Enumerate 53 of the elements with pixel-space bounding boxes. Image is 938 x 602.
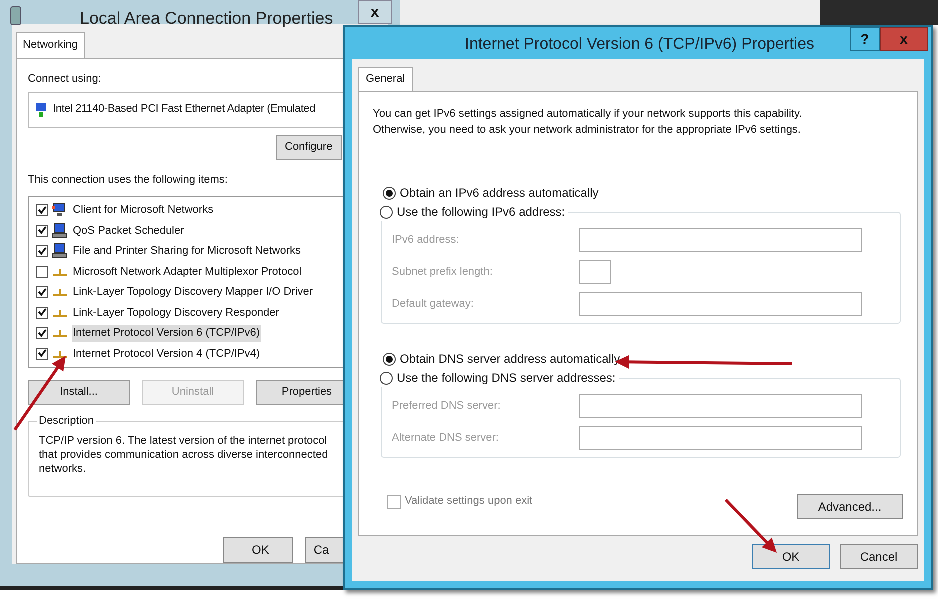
radio-button[interactable]: [380, 372, 393, 384]
dialog-button[interactable]: OK: [752, 544, 830, 569]
radio-button[interactable]: [380, 206, 393, 218]
list-item[interactable]: Link-Layer Topology Discovery Mapper I/O Driver: [72, 284, 314, 300]
checkbox[interactable]: [36, 286, 48, 298]
list-item[interactable]: File and Printer Sharing for Microsoft Networks: [72, 243, 302, 260]
adapter-name: Intel 21140-Based PCI Fast Ethernet Adapter (Emulated: [53, 102, 316, 118]
items-label: This connection uses the following items:: [28, 172, 229, 188]
list-item[interactable]: Internet Protocol Version 6 (TCP/IPv6): [72, 325, 262, 342]
close-button[interactable]: x: [880, 27, 928, 51]
help-button[interactable]: ?: [850, 27, 880, 51]
computer-icon: [52, 222, 68, 239]
list-item[interactable]: QoS Packet Scheduler: [72, 222, 186, 239]
list-item[interactable]: Microsoft Network Adapter Multiplexor Protocol: [72, 264, 303, 280]
checkbox[interactable]: [36, 266, 48, 278]
field-label: Preferred DNS server:: [392, 398, 502, 414]
checkbox[interactable]: [36, 224, 48, 237]
radio-label: Use the following DNS server addresses:: [397, 370, 616, 387]
radio-label: Use the following IPv6 address:: [397, 204, 566, 221]
radio-button[interactable]: [383, 352, 396, 366]
radio-label: Obtain an IPv6 address automatically: [400, 185, 599, 202]
field-label: Subnet prefix length:: [392, 264, 494, 280]
configure-button[interactable]: Configure: [276, 134, 342, 160]
tab[interactable]: General: [358, 67, 414, 91]
action-button[interactable]: Install...: [28, 380, 130, 405]
list-item[interactable]: Internet Protocol Version 4 (TCP/IPv4): [72, 346, 262, 362]
dialog-button[interactable]: Cancel: [840, 544, 918, 569]
checkbox[interactable]: [36, 327, 48, 340]
annotation-arrow: [724, 498, 777, 553]
checkbox[interactable]: [36, 245, 48, 258]
field-label: Alternate DNS server:: [392, 430, 500, 446]
dialog-title: Internet Protocol Version 6 (TCP/IPv6) Properties: [465, 35, 814, 55]
network-client-icon: [52, 202, 68, 218]
description-text: TCP/IP version 6. The latest version of the internet protocol that provides communication across diverse interconnected networks.: [39, 434, 330, 476]
intro-text: You can get IPv6 settings assigned automatically if your network supports this capability. Otherwise, you need to ask your network administrator for the appropriate IPv6 settings.: [373, 107, 804, 138]
list-item[interactable]: Client for Microsoft Networks: [72, 202, 215, 218]
radio-button[interactable]: [383, 186, 396, 200]
checkbox[interactable]: [36, 204, 48, 216]
tab[interactable]: Networking: [16, 32, 86, 58]
computer-icon: [52, 243, 68, 260]
radio-label: Obtain DNS server address automatically: [400, 351, 620, 368]
advanced-button[interactable]: Advanced...: [797, 494, 903, 519]
window-title: Local Area Connection Properties: [80, 8, 334, 30]
description-label: Description: [37, 413, 96, 430]
checkbox[interactable]: [36, 306, 48, 319]
field-label: Default gateway:: [392, 296, 475, 312]
checkbox-label: Validate settings upon exit: [405, 494, 533, 510]
close-button[interactable]: x: [358, 0, 392, 24]
checkbox[interactable]: [36, 348, 48, 360]
field-label: IPv6 address:: [392, 232, 460, 248]
dialog-button[interactable]: OK: [223, 537, 293, 563]
checkbox[interactable]: [387, 494, 401, 508]
list-item[interactable]: Link-Layer Topology Discovery Responder: [72, 304, 280, 321]
